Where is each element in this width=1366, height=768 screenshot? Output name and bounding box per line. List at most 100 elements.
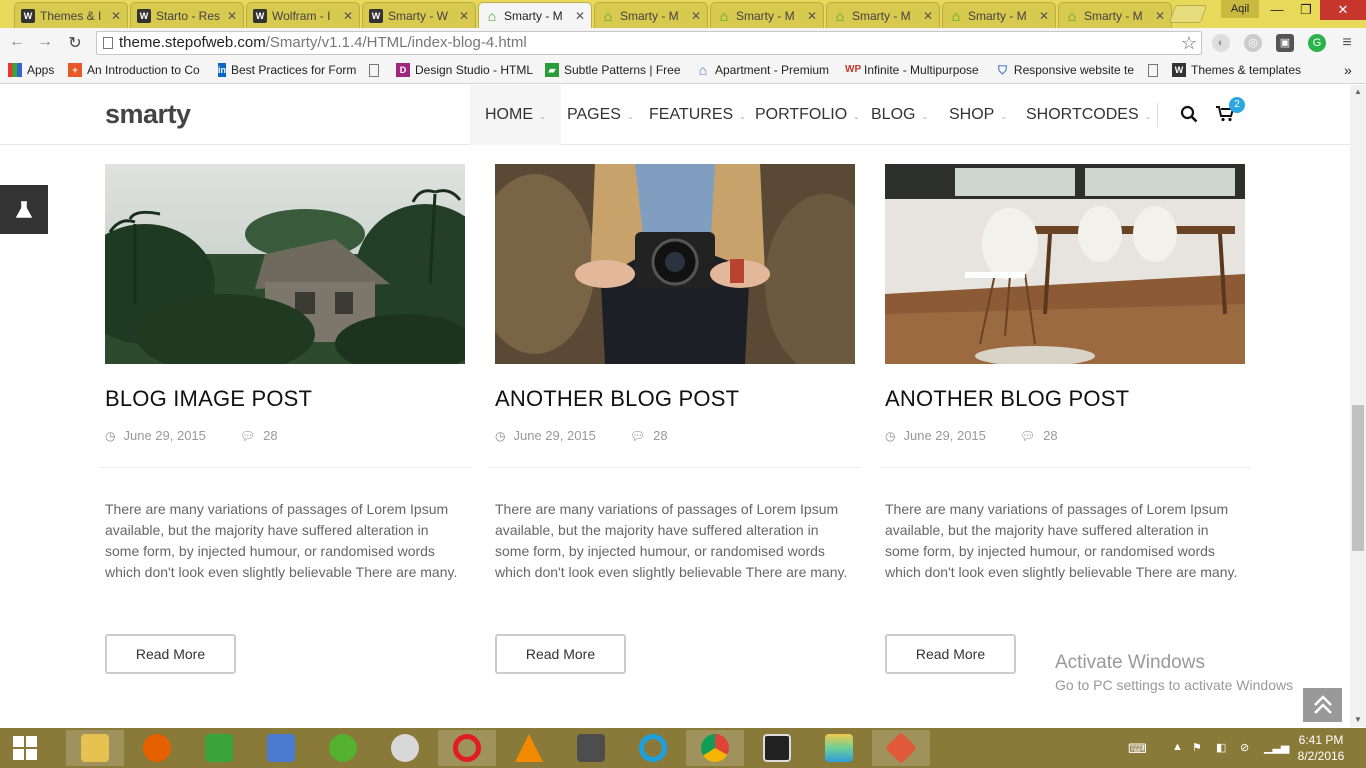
more-bookmarks-icon[interactable]: » <box>1344 62 1352 78</box>
post-image-dining-room[interactable] <box>885 164 1245 364</box>
browser-tab[interactable]: W Wolfram - I ✕ <box>246 2 360 28</box>
system-clock[interactable]: 6:41 PM 8/2/2016 <box>1290 732 1352 764</box>
browser-tab[interactable]: W Themes & I ✕ <box>14 2 128 28</box>
internet-explorer-icon[interactable] <box>624 730 682 766</box>
menu-portfolio[interactable]: PORTFOLIO ⌄ <box>740 85 875 145</box>
comment-count[interactable]: 28 <box>653 428 667 443</box>
bookmark[interactable]: in Best Practices for Form <box>218 63 356 77</box>
search-icon[interactable] <box>1180 105 1198 123</box>
browser-tab[interactable]: W Smarty - W ✕ <box>362 2 476 28</box>
file-explorer-icon[interactable] <box>66 730 124 766</box>
read-more-button[interactable]: Read More <box>105 634 236 674</box>
close-tab-icon[interactable]: ✕ <box>459 9 469 23</box>
apps-icon <box>8 63 22 77</box>
post-title[interactable]: ANOTHER BLOG POST <box>885 386 1129 412</box>
bookmark[interactable]: W Themes & templates <box>1172 63 1310 77</box>
close-tab-icon[interactable]: ✕ <box>343 9 353 23</box>
back-icon[interactable]: ← <box>6 33 28 51</box>
close-window-icon[interactable]: ✕ <box>1320 0 1366 20</box>
browser-tab-bar: W Themes & I ✕ W Starto - Res ✕ W Wolfra… <box>0 0 1366 28</box>
style-switcher-button[interactable] <box>0 185 48 234</box>
close-tab-icon[interactable]: ✕ <box>1155 9 1165 23</box>
browser-toolbar: ← → ↻ theme.stepofweb.com/Smarty/v1.1.4/… <box>0 28 1366 58</box>
read-more-button[interactable]: Read More <box>495 634 626 674</box>
close-tab-icon[interactable]: ✕ <box>691 9 701 23</box>
browser-tab[interactable]: ⌂ Smarty - M ✕ <box>942 2 1056 28</box>
close-tab-icon[interactable]: ✕ <box>227 9 237 23</box>
bookmark[interactable]: D Design Studio - HTML <box>396 63 534 77</box>
comment-count[interactable]: 28 <box>263 428 277 443</box>
chrome-icon[interactable] <box>686 730 744 766</box>
new-tab-button[interactable] <box>1168 5 1208 23</box>
close-tab-icon[interactable]: ✕ <box>807 9 817 23</box>
browser-tab[interactable]: ⌂ Smarty - M ✕ <box>826 2 940 28</box>
star-icon[interactable]: ☆ <box>1181 32 1197 54</box>
flag-icon[interactable]: ⚑ <box>1192 741 1202 754</box>
start-button[interactable] <box>0 730 50 766</box>
page-scrollbar[interactable]: ▲ ▼ <box>1350 85 1366 727</box>
close-tab-icon[interactable]: ✕ <box>1039 9 1049 23</box>
site-logo[interactable]: smarty <box>105 99 191 130</box>
comment-count[interactable]: 28 <box>1043 428 1057 443</box>
extension-icon[interactable]: ◎ <box>1244 34 1262 52</box>
minimize-icon[interactable]: — <box>1262 0 1292 20</box>
w-icon: W <box>369 8 383 23</box>
extension-icon[interactable]: ▣ <box>1276 34 1294 52</box>
network-icon[interactable]: ⊘ <box>1240 741 1249 754</box>
menu-home[interactable]: HOME ⌄ <box>470 85 561 145</box>
vlc-icon[interactable] <box>500 730 558 766</box>
firefox-icon[interactable] <box>128 730 186 766</box>
scroll-to-top-button[interactable] <box>1303 688 1342 722</box>
terminal-icon[interactable] <box>748 730 806 766</box>
sublime-icon[interactable] <box>562 730 620 766</box>
bookmark[interactable]: + An Introduction to Co <box>68 63 206 77</box>
bookmark[interactable]: ⌂ Apartment - Premium <box>696 63 832 77</box>
browser-tab[interactable]: ⌂ Smarty - M ✕ <box>1058 2 1172 28</box>
post-title[interactable]: BLOG IMAGE POST <box>105 386 312 412</box>
scroll-up-icon[interactable]: ▲ <box>1350 85 1366 99</box>
scroll-down-icon[interactable]: ▼ <box>1350 713 1366 727</box>
bookmark[interactable]: ⛉ Responsive website te <box>996 63 1134 77</box>
browser-tab[interactable]: ⌂ Smarty - M ✕ <box>594 2 708 28</box>
app-icon[interactable] <box>314 730 372 766</box>
app-icon[interactable] <box>872 730 930 766</box>
menu-shortcodes[interactable]: SHORTCODES ⌄ <box>1011 85 1166 145</box>
menu-icon[interactable]: ≡ <box>1338 34 1356 52</box>
grammarly-icon[interactable]: G <box>1308 34 1326 52</box>
forward-icon[interactable]: → <box>34 33 56 51</box>
bookmark-apps[interactable]: Apps <box>8 63 54 77</box>
opera-icon[interactable] <box>438 730 496 766</box>
close-tab-icon[interactable]: ✕ <box>575 9 585 23</box>
remote-desktop-icon[interactable] <box>252 730 310 766</box>
post-image-jungle-house[interactable] <box>105 164 465 364</box>
blog-post: ANOTHER BLOG POST ◷ June 29, 2015 💬︎ 28 T… <box>489 164 861 674</box>
keyboard-icon[interactable]: ⌨ <box>1128 741 1147 757</box>
menu-shop[interactable]: SHOP ⌄ <box>934 85 1022 145</box>
reload-icon[interactable]: ↻ <box>64 33 86 53</box>
read-more-button[interactable]: Read More <box>885 634 1016 674</box>
speaker-icon[interactable]: ◧ <box>1216 741 1226 754</box>
close-tab-icon[interactable]: ✕ <box>111 9 121 23</box>
scroll-thumb[interactable] <box>1352 405 1364 551</box>
chevron-up-icon[interactable]: ▲ <box>1172 741 1183 753</box>
bookmark[interactable]: ▰ Subtle Patterns | Free <box>545 63 681 77</box>
browser-tab-active[interactable]: ⌂ Smarty - M ✕ <box>478 2 592 28</box>
signal-icon[interactable]: ▁▃▅ <box>1264 741 1289 754</box>
bluestacks-icon[interactable] <box>810 730 868 766</box>
browser-tab[interactable]: ⌂ Smarty - M ✕ <box>710 2 824 28</box>
menu-blog[interactable]: BLOG ⌄ <box>856 85 943 145</box>
browser-tab[interactable]: W Starto - Res ✕ <box>130 2 244 28</box>
post-image-camera[interactable] <box>495 164 855 364</box>
bookmark-label: Themes & templates <box>1191 63 1302 77</box>
restore-icon[interactable]: ❐ <box>1292 0 1320 20</box>
address-bar[interactable]: theme.stepofweb.com/Smarty/v1.1.4/HTML/i… <box>96 31 1202 55</box>
w-icon: W <box>137 8 151 23</box>
profile-user[interactable]: Aqil <box>1221 0 1259 18</box>
home-icon: ⌂ <box>487 7 497 24</box>
snipping-icon[interactable] <box>376 730 434 766</box>
post-title[interactable]: ANOTHER BLOG POST <box>495 386 739 412</box>
store-icon[interactable] <box>190 730 248 766</box>
bookmark[interactable]: WP Infinite - Multipurpose <box>845 63 983 77</box>
extension-icon[interactable]: ◐ <box>1212 34 1230 52</box>
close-tab-icon[interactable]: ✕ <box>923 9 933 23</box>
